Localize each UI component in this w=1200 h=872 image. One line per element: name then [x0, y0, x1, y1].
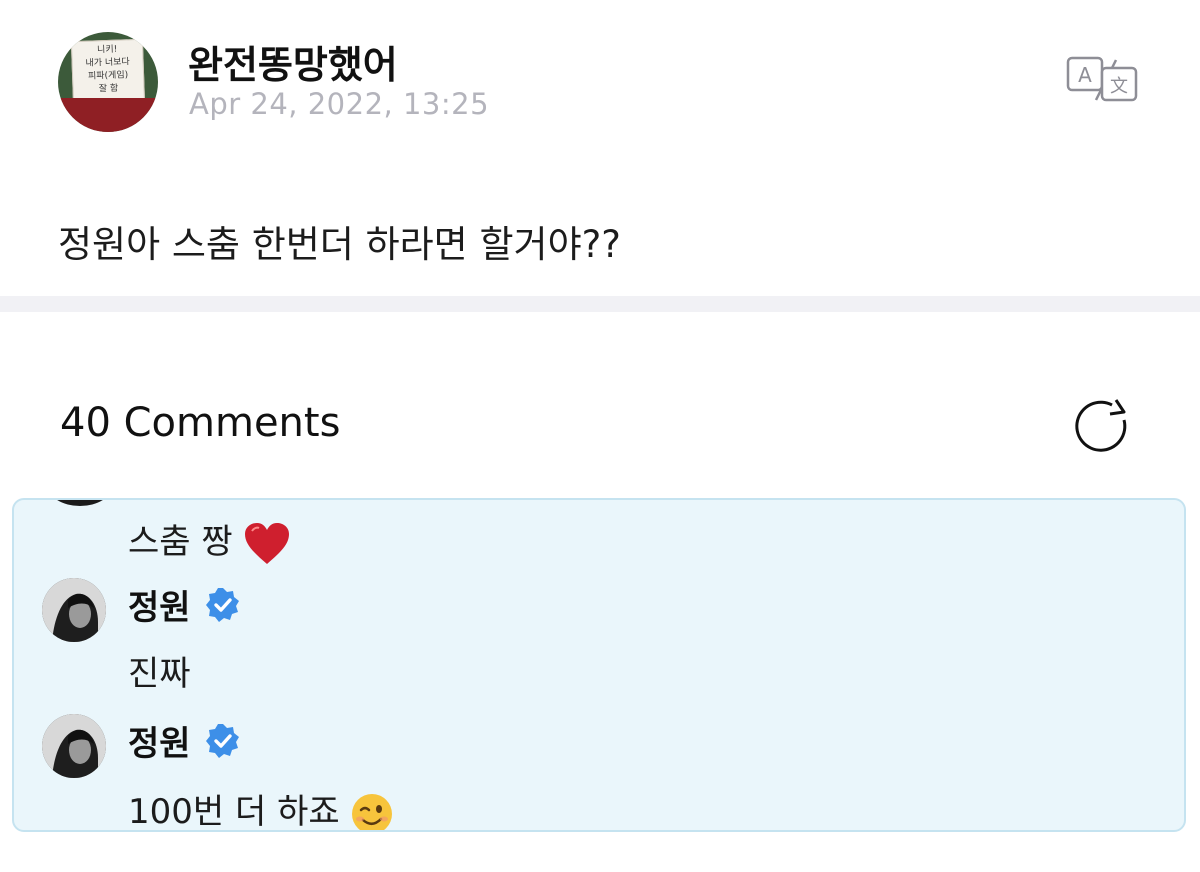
winking-face-icon — [352, 793, 393, 830]
translate-icon: A 文 — [1066, 56, 1138, 102]
section-divider — [0, 296, 1200, 312]
refresh-button[interactable] — [1072, 398, 1132, 454]
avatar[interactable] — [42, 578, 106, 642]
translate-button[interactable]: A 文 — [1066, 56, 1138, 102]
avatar[interactable] — [48, 500, 112, 506]
verified-badge-icon — [205, 587, 239, 622]
refresh-icon — [1075, 399, 1127, 452]
svg-text:A: A — [1078, 63, 1092, 87]
avatar-photo — [42, 578, 106, 642]
avatar[interactable] — [42, 714, 106, 778]
avatar-photo — [42, 714, 106, 778]
reply-text: 진짜 — [128, 654, 191, 694]
post-header: 니키! 내가 너보다 피파(게임) 잘 함 완전똥망했어 Apr 24, 202… — [0, 0, 1200, 150]
reply-author[interactable]: 정원 — [128, 580, 241, 629]
verified-badge-icon — [205, 723, 239, 758]
red-heart-icon — [245, 522, 290, 564]
reply-author[interactable]: 정원 — [128, 716, 241, 765]
reply-text: 100번 더 하죠 — [128, 784, 394, 830]
avatar-red-bg — [58, 98, 158, 132]
svg-text:文: 文 — [1110, 76, 1128, 97]
comments-count: 40 Comments — [60, 400, 341, 446]
reply-thread: 스춤 짱 정원 진짜 정원 100번 더 하죠 — [12, 498, 1186, 832]
author-avatar[interactable]: 니키! 내가 너보다 피파(게임) 잘 함 — [58, 32, 158, 132]
reply-text: 스춤 짱 — [128, 514, 291, 566]
avatar-note: 니키! 내가 너보다 피파(게임) 잘 함 — [70, 38, 146, 108]
post-body: 정원아 스춤 한번더 하라면 할거야?? — [58, 223, 621, 266]
post-timestamp: Apr 24, 2022, 13:25 — [189, 87, 490, 121]
author-name[interactable]: 완전똥망했어 — [188, 34, 398, 89]
